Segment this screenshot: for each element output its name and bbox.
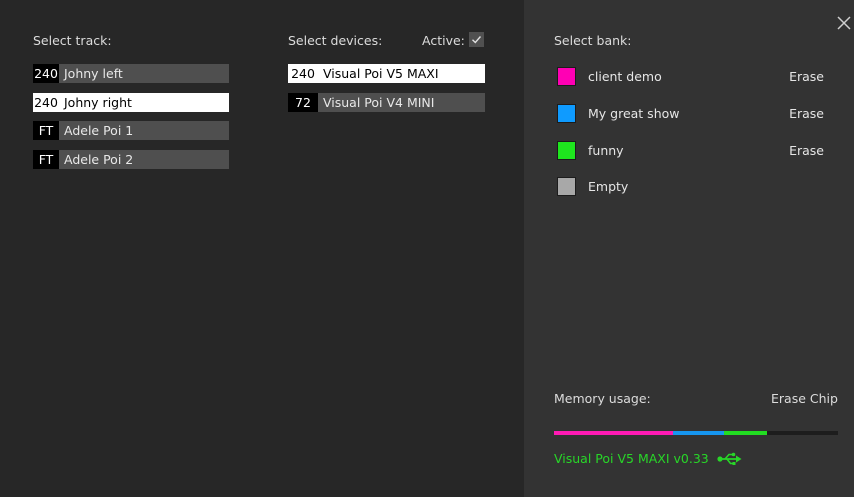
track-name: Johny left — [64, 66, 123, 81]
bank-name: Empty — [588, 179, 629, 194]
close-button[interactable] — [836, 15, 852, 31]
memory-usage-bar — [554, 431, 838, 435]
device-row[interactable]: 72 Visual Poi V4 MINI — [288, 92, 485, 112]
device-row[interactable]: 240 Visual Poi V5 MAXI — [288, 64, 485, 83]
track-name: Adele Poi 2 — [64, 151, 134, 167]
bank-color-swatch — [557, 104, 576, 123]
active-label: Active: — [422, 33, 465, 48]
close-icon — [837, 16, 851, 30]
checkmark-icon — [472, 36, 482, 44]
memory-usage-label: Memory usage: — [554, 391, 651, 406]
bank-item[interactable]: client demo Erase — [557, 67, 827, 87]
track-number: FT — [33, 149, 59, 169]
usb-icon — [717, 452, 742, 465]
bank-color-swatch — [557, 67, 576, 86]
bank-name: My great show — [588, 106, 680, 121]
memory-segment — [673, 431, 724, 435]
track-row[interactable]: FT Adele Poi 1 — [33, 121, 229, 140]
bank-item[interactable]: My great show Erase — [557, 104, 827, 124]
bank-name: client demo — [588, 69, 662, 84]
device-name: Visual Poi V4 MINI — [323, 94, 435, 110]
device-status: Visual Poi V5 MAXI v0.33 — [554, 451, 743, 466]
device-name: Visual Poi V5 MAXI — [323, 66, 439, 81]
bank-name: funny — [588, 143, 624, 158]
track-number: 240 — [33, 64, 59, 83]
active-checkbox[interactable] — [469, 32, 484, 47]
erase-bank-button[interactable]: Erase — [789, 143, 824, 158]
bank-item[interactable]: Empty — [557, 177, 827, 197]
track-number: FT — [33, 121, 59, 140]
erase-chip-button[interactable]: Erase Chip — [771, 391, 838, 406]
device-status-text: Visual Poi V5 MAXI v0.33 — [554, 451, 709, 466]
memory-segment — [724, 431, 767, 435]
erase-bank-button[interactable]: Erase — [789, 106, 824, 121]
track-number: 240 — [33, 92, 59, 112]
track-name: Johny right — [64, 94, 132, 110]
track-row[interactable]: FT Adele Poi 2 — [33, 149, 229, 169]
device-number: 240 — [288, 64, 318, 83]
select-track-label: Select track: — [33, 33, 112, 48]
bank-color-swatch — [557, 141, 576, 160]
track-name: Adele Poi 1 — [64, 123, 134, 138]
bank-color-swatch — [557, 177, 576, 196]
erase-bank-button[interactable]: Erase — [789, 69, 824, 84]
select-bank-label: Select bank: — [554, 33, 632, 48]
track-row[interactable]: 240 Johny right — [33, 92, 229, 112]
memory-segment — [554, 431, 673, 435]
device-number: 72 — [288, 92, 318, 112]
select-devices-label: Select devices: — [288, 33, 383, 48]
bank-item[interactable]: funny Erase — [557, 141, 827, 161]
track-row[interactable]: 240 Johny left — [33, 64, 229, 83]
